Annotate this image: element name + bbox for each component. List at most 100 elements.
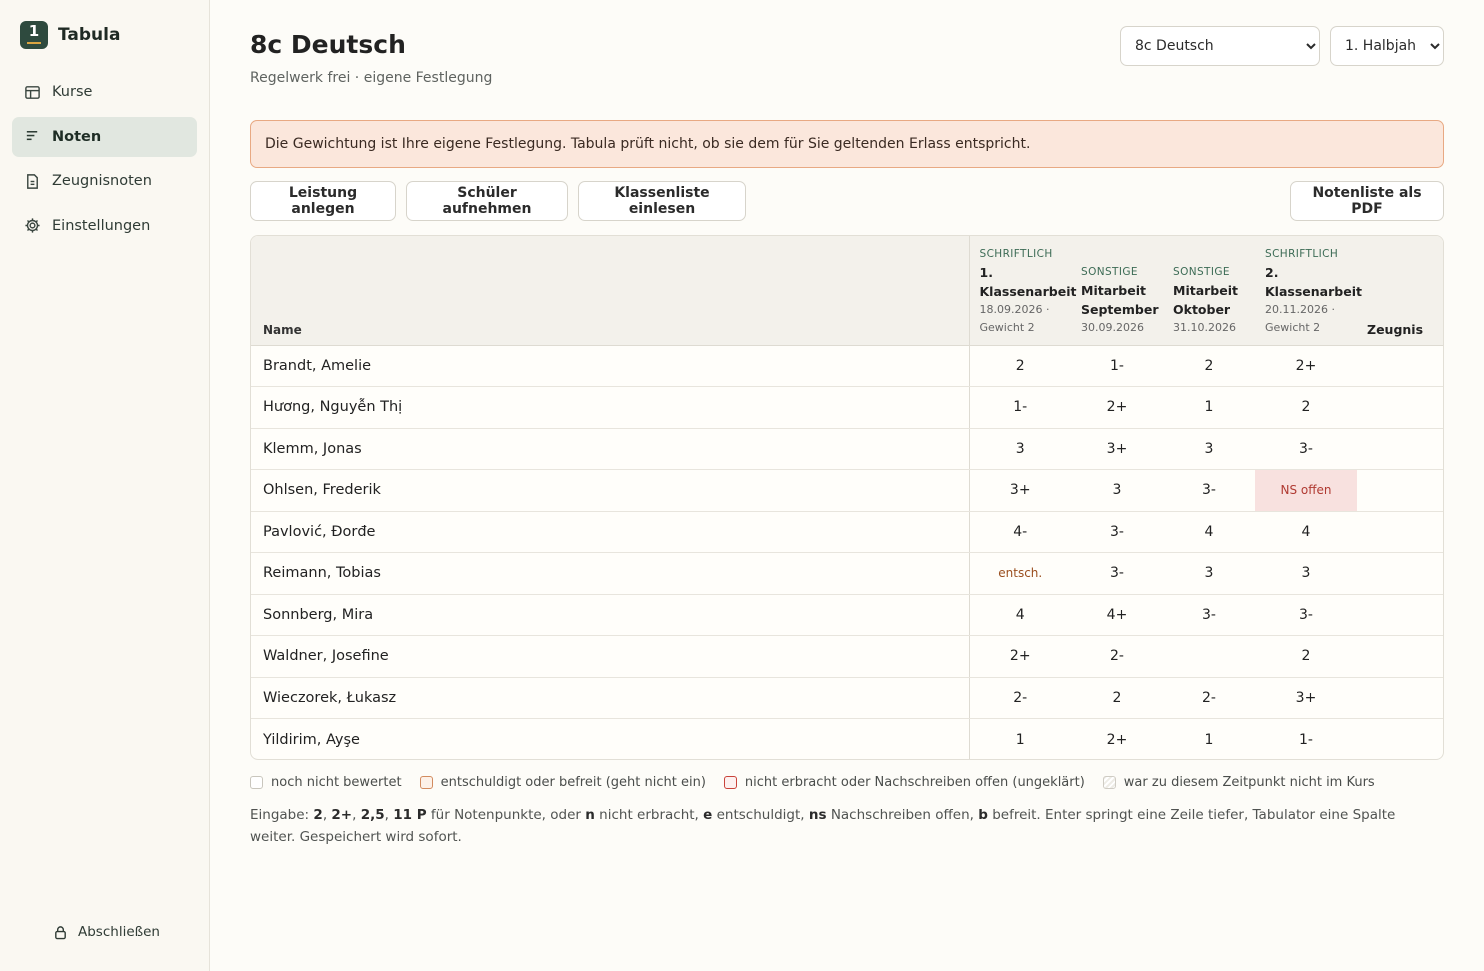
student-name-cell[interactable]: Hương, Nguyễn Thị	[251, 386, 970, 429]
student-name-cell[interactable]: Brandt, Amelie	[251, 345, 970, 387]
student-name-cell[interactable]: Wieczorek, Łukasz	[251, 677, 970, 719]
student-name-cell[interactable]: Waldner, Josefine	[251, 635, 970, 678]
grade-cell[interactable]: NS offen	[1255, 469, 1357, 512]
add-performance-button[interactable]: Leistung anlegen	[250, 181, 396, 221]
missing-swatch-icon	[723, 776, 737, 789]
sidebar-item-kurse[interactable]: Kurse	[12, 72, 197, 112]
grade-cell[interactable]: 3-	[1255, 428, 1357, 470]
grade-cell[interactable]	[1163, 635, 1255, 678]
report-grade-cell	[1357, 719, 1443, 760]
grade-cell[interactable]: 3+	[1071, 428, 1163, 470]
grade-cell[interactable]: 1-	[969, 386, 1071, 429]
student-name-cell[interactable]: Ohlsen, Frederik	[251, 469, 970, 512]
help-example: 11 P	[393, 807, 427, 823]
column-header-assessment-4[interactable]: SCHRIFTLICH 2. Klassenarbeit 20.11.2026 …	[1255, 236, 1362, 346]
grade-cell[interactable]: 3	[969, 428, 1071, 470]
grade-cell[interactable]: 1-	[1071, 345, 1163, 387]
column-header-assessment-2[interactable]: SONSTIGE Mitarbeit September 30.09.2026	[1071, 236, 1163, 346]
sidebar-item-einstellungen[interactable]: Einstellungen	[12, 206, 197, 246]
report-grade-cell	[1357, 428, 1443, 470]
document-icon	[27, 173, 38, 189]
column-header-assessment-3[interactable]: SONSTIGE Mitarbeit Oktober 31.10.2026	[1163, 236, 1255, 346]
sidebar-item-label: Zeugnisnoten	[52, 173, 152, 189]
grade-cell[interactable]: 4	[1163, 511, 1255, 553]
export-pdf-button[interactable]: Notenliste als PDF	[1290, 181, 1444, 221]
grade-cell[interactable]: 3	[1255, 552, 1357, 595]
lock-label: Abschließen	[78, 924, 160, 940]
term-select[interactable]: 1. Halbjahr	[1330, 26, 1444, 66]
grade-cell[interactable]: 2-	[969, 677, 1071, 719]
sidebar-item-label: Noten	[52, 128, 102, 145]
table-row: Pavlović, Đorđe 4- 3- 4 4	[251, 511, 1443, 553]
report-grade-cell	[1357, 345, 1443, 387]
help-key: b	[978, 807, 988, 823]
legend-label: war zu diesem Zeitpunkt nicht im Kurs	[1123, 775, 1375, 790]
grade-cell[interactable]: 3	[1163, 552, 1255, 595]
grade-cell[interactable]: 2	[1071, 677, 1163, 719]
grade-cell[interactable]: 3-	[1071, 511, 1163, 553]
grade-cell[interactable]: 3-	[1071, 552, 1163, 595]
student-name-cell[interactable]: Klemm, Jonas	[251, 428, 970, 470]
legend-item-missing: nicht erbracht oder Nachschreiben offen …	[723, 775, 1085, 790]
grade-cell[interactable]: 4	[1255, 511, 1357, 553]
lock-button[interactable]: Abschließen	[53, 924, 160, 940]
sidebar-item-noten[interactable]: Noten	[12, 116, 197, 157]
grade-cell[interactable]: 2+	[969, 635, 1071, 678]
grade-cell[interactable]: 2	[1255, 635, 1357, 678]
student-name-cell[interactable]: Yildirim, Ayşe	[251, 718, 970, 759]
grade-cell[interactable]: 3	[1071, 469, 1163, 512]
assessment-title: Mitarbeit Oktober	[1173, 282, 1238, 317]
grade-cell[interactable]: 3+	[969, 469, 1071, 512]
column-header-name[interactable]: Name	[251, 236, 970, 346]
sidebar: 1 Tabula Kurse Noten Zeugnisnoten Einste…	[0, 0, 210, 971]
course-select[interactable]: 8c Deutsch	[1120, 26, 1320, 66]
grade-cell[interactable]: 2	[1255, 386, 1357, 429]
grade-cell[interactable]: 1	[1163, 386, 1255, 429]
grade-cell[interactable]: 3	[1163, 428, 1255, 470]
absent-swatch-icon	[1102, 776, 1116, 789]
grade-cell[interactable]: 2+	[1255, 345, 1357, 387]
grade-cell[interactable]: 3-	[1163, 594, 1255, 636]
column-header-report: Zeugnis	[1357, 236, 1443, 346]
grade-cell[interactable]: 2+	[1071, 719, 1163, 760]
grade-cell[interactable]: 2+	[1071, 386, 1163, 429]
student-name-cell[interactable]: Pavlović, Đorđe	[251, 511, 970, 553]
grade-cell[interactable]: 3-	[1255, 594, 1357, 636]
brand[interactable]: 1 Tabula	[20, 21, 120, 49]
legend-label: noch nicht bewertet	[271, 775, 402, 790]
column-header-assessment-1[interactable]: SCHRIFTLICH 1. Klassenarbeit 18.09.2026 …	[969, 236, 1076, 346]
help-example: 2	[313, 807, 323, 823]
student-name-cell[interactable]: Reimann, Tobias	[251, 552, 970, 595]
grade-cell[interactable]: 2	[969, 345, 1071, 387]
input-help-text: Eingabe: 2, 2+, 2,5, 11 P für Notenpunkt…	[250, 807, 1396, 845]
grade-cell[interactable]: 3+	[1255, 677, 1357, 719]
grade-cell[interactable]: 1	[969, 719, 1071, 760]
grade-cell[interactable]: 1	[1163, 719, 1255, 760]
logo-number: 1	[28, 22, 40, 40]
grade-cell[interactable]: 4	[969, 594, 1071, 636]
grade-cell[interactable]: 2-	[1163, 677, 1255, 719]
sidebar-item-label: Kurse	[52, 84, 93, 100]
student-name-cell[interactable]: Sonnberg, Mira	[251, 594, 970, 636]
import-class-list-button[interactable]: Klassenliste einlesen	[578, 181, 746, 221]
grade-cell[interactable]: 4+	[1071, 594, 1163, 636]
weighting-notice: Die Gewichtung ist Ihre eigene Festlegun…	[250, 120, 1444, 168]
not-graded-swatch-icon	[250, 776, 263, 789]
assessment-kind: SONSTIGE	[1081, 265, 1138, 278]
grade-cell[interactable]: 4-	[969, 511, 1071, 553]
help-example: 2,5	[360, 807, 385, 823]
grade-cell[interactable]: 3-	[1163, 469, 1255, 512]
help-key: n	[585, 807, 595, 823]
add-student-button[interactable]: Schüler aufnehmen	[406, 181, 568, 221]
grade-cell[interactable]: 2-	[1071, 635, 1163, 678]
table-row: Waldner, Josefine 2+ 2- 2	[251, 635, 1443, 678]
sidebar-item-zeugnisnoten[interactable]: Zeugnisnoten	[12, 161, 197, 201]
grade-cell[interactable]: 1-	[1255, 719, 1357, 760]
legend-label: nicht erbracht oder Nachschreiben offen …	[744, 775, 1085, 790]
grade-cell[interactable]: entsch.	[969, 552, 1071, 595]
report-grade-cell	[1357, 677, 1443, 719]
table-row: Ohlsen, Frederik 3+ 3 3- NS offen	[251, 469, 1443, 512]
report-grade-cell	[1357, 594, 1443, 636]
help-key: e	[703, 807, 713, 823]
grade-cell[interactable]: 2	[1163, 345, 1255, 387]
